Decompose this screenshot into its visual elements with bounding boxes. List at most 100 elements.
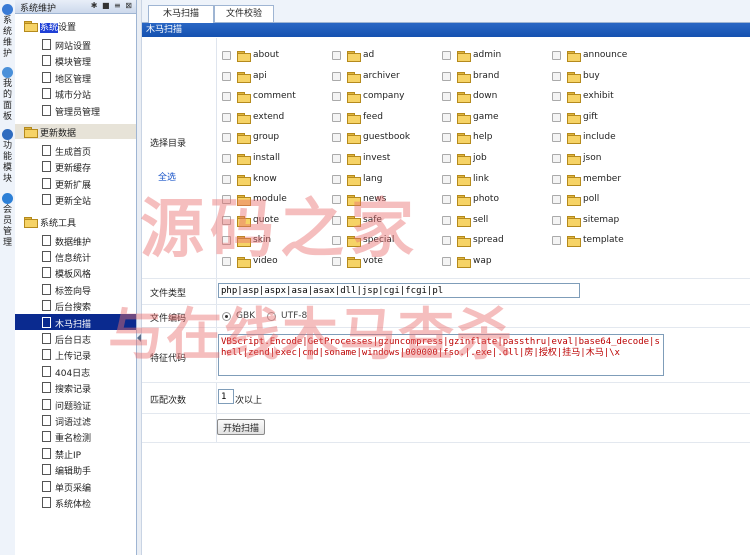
dir-checkbox[interactable] xyxy=(222,112,231,122)
dir-name[interactable]: brand xyxy=(473,71,499,81)
sidebar-item[interactable]: 后台日志 xyxy=(15,330,136,346)
dir-name[interactable]: safe xyxy=(363,215,382,225)
dir-checkbox[interactable] xyxy=(442,174,451,184)
sidebar-item[interactable]: 更新扩展 xyxy=(15,175,136,191)
dir-checkbox[interactable] xyxy=(552,154,561,163)
dir-name[interactable]: json xyxy=(583,153,601,163)
dir-name[interactable]: vote xyxy=(363,256,383,266)
radio-gbk[interactable] xyxy=(222,312,231,321)
sidebar-item[interactable]: 系统体检 xyxy=(15,494,136,510)
dir-name[interactable]: comment xyxy=(253,91,296,101)
dir-name[interactable]: skin xyxy=(253,235,271,245)
sidebar-group-1[interactable]: 更新数据 xyxy=(15,124,136,139)
sidebar-item[interactable]: 生成首页 xyxy=(15,142,136,158)
sidebar-item[interactable]: 模板风格 xyxy=(15,264,136,280)
sidebar-item[interactable]: 搜索记录 xyxy=(15,379,136,395)
dir-checkbox[interactable] xyxy=(442,236,451,246)
dir-checkbox[interactable] xyxy=(332,174,341,184)
dir-checkbox[interactable] xyxy=(442,215,451,225)
sidebar-item[interactable]: 地区管理 xyxy=(15,69,136,85)
dir-checkbox[interactable] xyxy=(552,92,561,102)
dir-checkbox[interactable] xyxy=(332,51,341,60)
dir-name[interactable]: feed xyxy=(363,112,383,122)
sidebar-group-2[interactable]: 系统工具 xyxy=(15,214,136,229)
dir-checkbox[interactable] xyxy=(222,133,231,143)
dir-checkbox[interactable] xyxy=(222,236,231,246)
dir-name[interactable]: poll xyxy=(583,194,599,204)
sidebar-item[interactable]: 单页采编 xyxy=(15,478,136,494)
dir-name[interactable]: api xyxy=(253,71,267,81)
dir-name[interactable]: lang xyxy=(363,174,382,184)
dir-name[interactable]: sell xyxy=(473,215,488,225)
dir-name[interactable]: special xyxy=(363,235,394,245)
dir-checkbox[interactable] xyxy=(552,133,561,143)
vtab-0[interactable]: 系统维护 xyxy=(0,3,15,60)
dir-checkbox[interactable] xyxy=(222,215,231,225)
dir-checkbox[interactable] xyxy=(552,51,561,60)
sidebar-item[interactable]: 管理员管理 xyxy=(15,102,136,118)
dir-name[interactable]: buy xyxy=(583,71,600,81)
sidebar-item[interactable]: 木马扫描 xyxy=(15,313,136,330)
dir-name[interactable]: member xyxy=(583,174,621,184)
dir-name[interactable]: module xyxy=(253,194,287,204)
dir-checkbox[interactable] xyxy=(222,195,231,205)
dir-name[interactable]: gift xyxy=(583,112,598,122)
dir-checkbox[interactable] xyxy=(332,257,341,266)
sidebar-item[interactable]: 404日志 xyxy=(15,363,136,379)
sidebar-item[interactable]: 城市分站 xyxy=(15,85,136,101)
sidebar-item[interactable]: 后台搜索 xyxy=(15,297,136,313)
dir-checkbox[interactable] xyxy=(442,154,451,163)
tab-file-check[interactable]: 文件校验 xyxy=(214,5,274,22)
dir-name[interactable]: ad xyxy=(363,50,374,60)
vtab-2[interactable]: 功能模块 xyxy=(0,128,15,185)
tab-trojan-scan[interactable]: 木马扫描 xyxy=(148,5,214,23)
dir-name[interactable]: admin xyxy=(473,50,501,60)
sidebar-item[interactable]: 编辑助手 xyxy=(15,461,136,477)
match-count-input[interactable] xyxy=(218,389,234,404)
sidebar-group-0[interactable]: 系统设置 xyxy=(15,18,136,33)
dir-name[interactable]: exhibit xyxy=(583,91,614,101)
collapse-arrow-icon[interactable] xyxy=(137,334,141,342)
dir-name[interactable]: game xyxy=(473,112,499,122)
dir-checkbox[interactable] xyxy=(332,154,341,163)
dir-name[interactable]: know xyxy=(253,174,277,184)
dir-name[interactable]: news xyxy=(363,194,386,204)
dir-name[interactable]: help xyxy=(473,132,492,142)
dir-checkbox[interactable] xyxy=(222,92,231,102)
dir-checkbox[interactable] xyxy=(332,112,341,122)
dir-checkbox[interactable] xyxy=(332,133,341,143)
sidebar-item[interactable]: 网站设置 xyxy=(15,36,136,52)
dir-name[interactable]: link xyxy=(473,174,489,184)
dir-checkbox[interactable] xyxy=(552,71,561,81)
dir-checkbox[interactable] xyxy=(442,92,451,102)
dir-checkbox[interactable] xyxy=(332,92,341,102)
sidebar-header-buttons[interactable]: ✱ ■ ≡ ⊠ xyxy=(91,1,133,10)
dir-name[interactable]: photo xyxy=(473,194,499,204)
dir-name[interactable]: about xyxy=(253,50,279,60)
sidebar-item[interactable]: 标签向导 xyxy=(15,281,136,297)
dir-checkbox[interactable] xyxy=(222,154,231,163)
dir-name[interactable]: archiver xyxy=(363,71,400,81)
dir-checkbox[interactable] xyxy=(222,257,231,266)
dir-checkbox[interactable] xyxy=(332,71,341,81)
sidebar-item[interactable]: 问题验证 xyxy=(15,396,136,412)
dir-checkbox[interactable] xyxy=(442,133,451,143)
radio-utf8[interactable] xyxy=(267,312,276,321)
sidebar-item[interactable]: 信息统计 xyxy=(15,248,136,264)
dir-name[interactable]: quote xyxy=(253,215,279,225)
dir-checkbox[interactable] xyxy=(442,51,451,60)
dir-checkbox[interactable] xyxy=(442,71,451,81)
dir-name[interactable]: down xyxy=(473,91,497,101)
sidebar-item[interactable]: 词语过滤 xyxy=(15,412,136,428)
dir-checkbox[interactable] xyxy=(552,174,561,184)
sidebar-item[interactable]: 模块管理 xyxy=(15,52,136,68)
dir-checkbox[interactable] xyxy=(332,195,341,205)
dir-checkbox[interactable] xyxy=(552,112,561,122)
dir-checkbox[interactable] xyxy=(222,174,231,184)
dir-name[interactable]: group xyxy=(253,132,279,142)
dir-checkbox[interactable] xyxy=(552,215,561,225)
dir-name[interactable]: extend xyxy=(253,112,284,122)
sidebar-item[interactable]: 数据维护 xyxy=(15,232,136,248)
dir-checkbox[interactable] xyxy=(222,51,231,60)
sidebar-item[interactable]: 更新全站 xyxy=(15,191,136,207)
